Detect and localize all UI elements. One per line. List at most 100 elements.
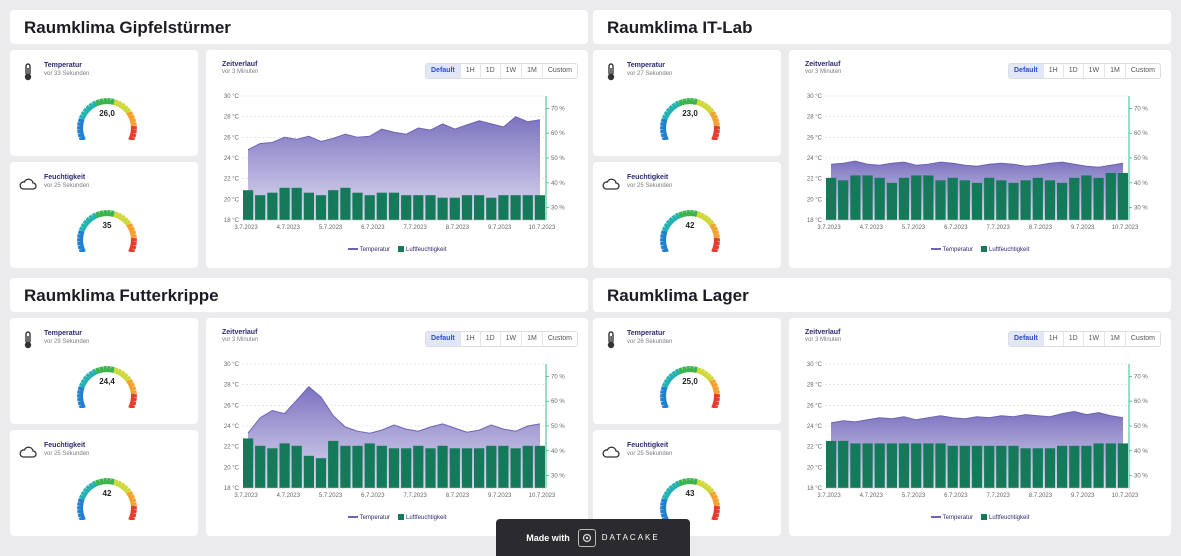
legend-temperature[interactable]: Temperatur: [930, 515, 973, 521]
humidity-bar[interactable]: [474, 195, 485, 220]
humidity-bar[interactable]: [425, 195, 436, 220]
humidity-bar[interactable]: [1093, 443, 1104, 488]
humidity-bar[interactable]: [1117, 172, 1128, 220]
humidity-bar[interactable]: [874, 177, 885, 220]
humidity-bar[interactable]: [534, 445, 545, 488]
humidity-bar[interactable]: [279, 187, 290, 220]
humidity-bar[interactable]: [498, 195, 509, 220]
humidity-bar[interactable]: [279, 443, 290, 488]
humidity-bar[interactable]: [996, 180, 1007, 220]
humidity-card[interactable]: Feuchtigkeit vor 25 Sekunden 42: [10, 430, 198, 536]
legend-humidity[interactable]: Luftfeuchtigkeit: [398, 514, 446, 521]
humidity-bar[interactable]: [984, 177, 995, 220]
range-button-custom[interactable]: Custom: [1124, 332, 1160, 346]
range-button-1w[interactable]: 1W: [499, 332, 522, 346]
range-button-default[interactable]: Default: [426, 332, 460, 346]
humidity-bar[interactable]: [364, 443, 375, 488]
range-button-1m[interactable]: 1M: [521, 332, 542, 346]
humidity-bar[interactable]: [874, 443, 885, 488]
range-button-1m[interactable]: 1M: [1104, 332, 1125, 346]
humidity-bar[interactable]: [838, 440, 849, 488]
humidity-bar[interactable]: [1105, 172, 1116, 220]
humidity-bar[interactable]: [510, 195, 521, 220]
humidity-bar[interactable]: [850, 175, 861, 220]
humidity-bar[interactable]: [401, 448, 412, 488]
range-button-1w[interactable]: 1W: [1082, 332, 1105, 346]
humidity-bar[interactable]: [1081, 175, 1092, 220]
humidity-bar[interactable]: [376, 192, 387, 220]
humidity-bar[interactable]: [449, 448, 460, 488]
humidity-bar[interactable]: [1057, 182, 1068, 220]
humidity-bar[interactable]: [449, 197, 460, 220]
range-button-custom[interactable]: Custom: [1124, 64, 1160, 78]
humidity-bar[interactable]: [947, 445, 958, 488]
humidity-bar[interactable]: [898, 443, 910, 488]
temperature-card[interactable]: Temperatur vor 33 Sekunden 26,0: [10, 50, 198, 156]
humidity-bar[interactable]: [461, 448, 473, 488]
range-button-1h[interactable]: 1H: [459, 64, 480, 78]
humidity-bar[interactable]: [267, 448, 278, 488]
humidity-bar[interactable]: [850, 443, 861, 488]
humidity-bar[interactable]: [352, 192, 363, 220]
legend-humidity[interactable]: Luftfeuchtigkeit: [398, 246, 446, 253]
humidity-bar[interactable]: [911, 175, 922, 220]
humidity-bar[interactable]: [474, 448, 485, 488]
humidity-bar[interactable]: [255, 195, 266, 220]
humidity-bar[interactable]: [243, 438, 254, 488]
humidity-bar[interactable]: [510, 448, 521, 488]
humidity-bar[interactable]: [898, 177, 910, 220]
range-button-1h[interactable]: 1H: [459, 332, 480, 346]
humidity-card[interactable]: Feuchtigkeit vor 25 Sekunden 42: [593, 162, 781, 268]
humidity-bar[interactable]: [1008, 182, 1019, 220]
humidity-bar[interactable]: [1044, 448, 1056, 488]
humidity-bar[interactable]: [862, 443, 873, 488]
humidity-bar[interactable]: [267, 192, 278, 220]
humidity-bar[interactable]: [971, 182, 983, 220]
humidity-bar[interactable]: [1117, 443, 1128, 488]
humidity-bar[interactable]: [413, 195, 424, 220]
humidity-bar[interactable]: [984, 445, 995, 488]
humidity-bar[interactable]: [401, 195, 412, 220]
humidity-bar[interactable]: [862, 175, 873, 220]
humidity-bar[interactable]: [437, 445, 448, 488]
humidity-bar[interactable]: [413, 445, 424, 488]
range-button-1d[interactable]: 1D: [479, 332, 500, 346]
humidity-bar[interactable]: [522, 195, 533, 220]
humidity-bar[interactable]: [1032, 177, 1043, 220]
temperature-card[interactable]: Temperatur vor 26 Sekunden 25,0: [593, 318, 781, 424]
range-button-1d[interactable]: 1D: [1062, 64, 1083, 78]
humidity-bar[interactable]: [376, 445, 387, 488]
humidity-bar[interactable]: [243, 190, 254, 220]
range-button-1m[interactable]: 1M: [521, 64, 542, 78]
humidity-bar[interactable]: [996, 445, 1007, 488]
humidity-bar[interactable]: [352, 445, 363, 488]
humidity-bar[interactable]: [1069, 445, 1080, 488]
humidity-bar[interactable]: [364, 195, 375, 220]
humidity-bar[interactable]: [255, 445, 266, 488]
legend-humidity[interactable]: Luftfeuchtigkeit: [981, 514, 1029, 521]
humidity-bar[interactable]: [340, 187, 351, 220]
humidity-bar[interactable]: [437, 197, 448, 220]
humidity-bar[interactable]: [959, 445, 970, 488]
humidity-card[interactable]: Feuchtigkeit vor 25 Sekunden 35: [10, 162, 198, 268]
humidity-bar[interactable]: [886, 182, 897, 220]
range-button-default[interactable]: Default: [426, 64, 460, 78]
humidity-bar[interactable]: [315, 458, 327, 488]
range-button-1d[interactable]: 1D: [1062, 332, 1083, 346]
humidity-bar[interactable]: [923, 175, 934, 220]
humidity-bar[interactable]: [1020, 448, 1031, 488]
range-button-default[interactable]: Default: [1009, 64, 1043, 78]
humidity-bar[interactable]: [328, 440, 339, 488]
temperature-card[interactable]: Temperatur vor 29 Sekunden 24,4: [10, 318, 198, 424]
humidity-bar[interactable]: [1069, 177, 1080, 220]
humidity-bar[interactable]: [971, 445, 983, 488]
humidity-bar[interactable]: [947, 177, 958, 220]
humidity-bar[interactable]: [1044, 180, 1056, 220]
humidity-bar[interactable]: [340, 445, 351, 488]
range-button-1h[interactable]: 1H: [1042, 332, 1063, 346]
humidity-bar[interactable]: [959, 180, 970, 220]
humidity-bar[interactable]: [522, 445, 533, 488]
humidity-bar[interactable]: [486, 197, 497, 220]
humidity-bar[interactable]: [1081, 445, 1092, 488]
humidity-bar[interactable]: [291, 445, 302, 488]
